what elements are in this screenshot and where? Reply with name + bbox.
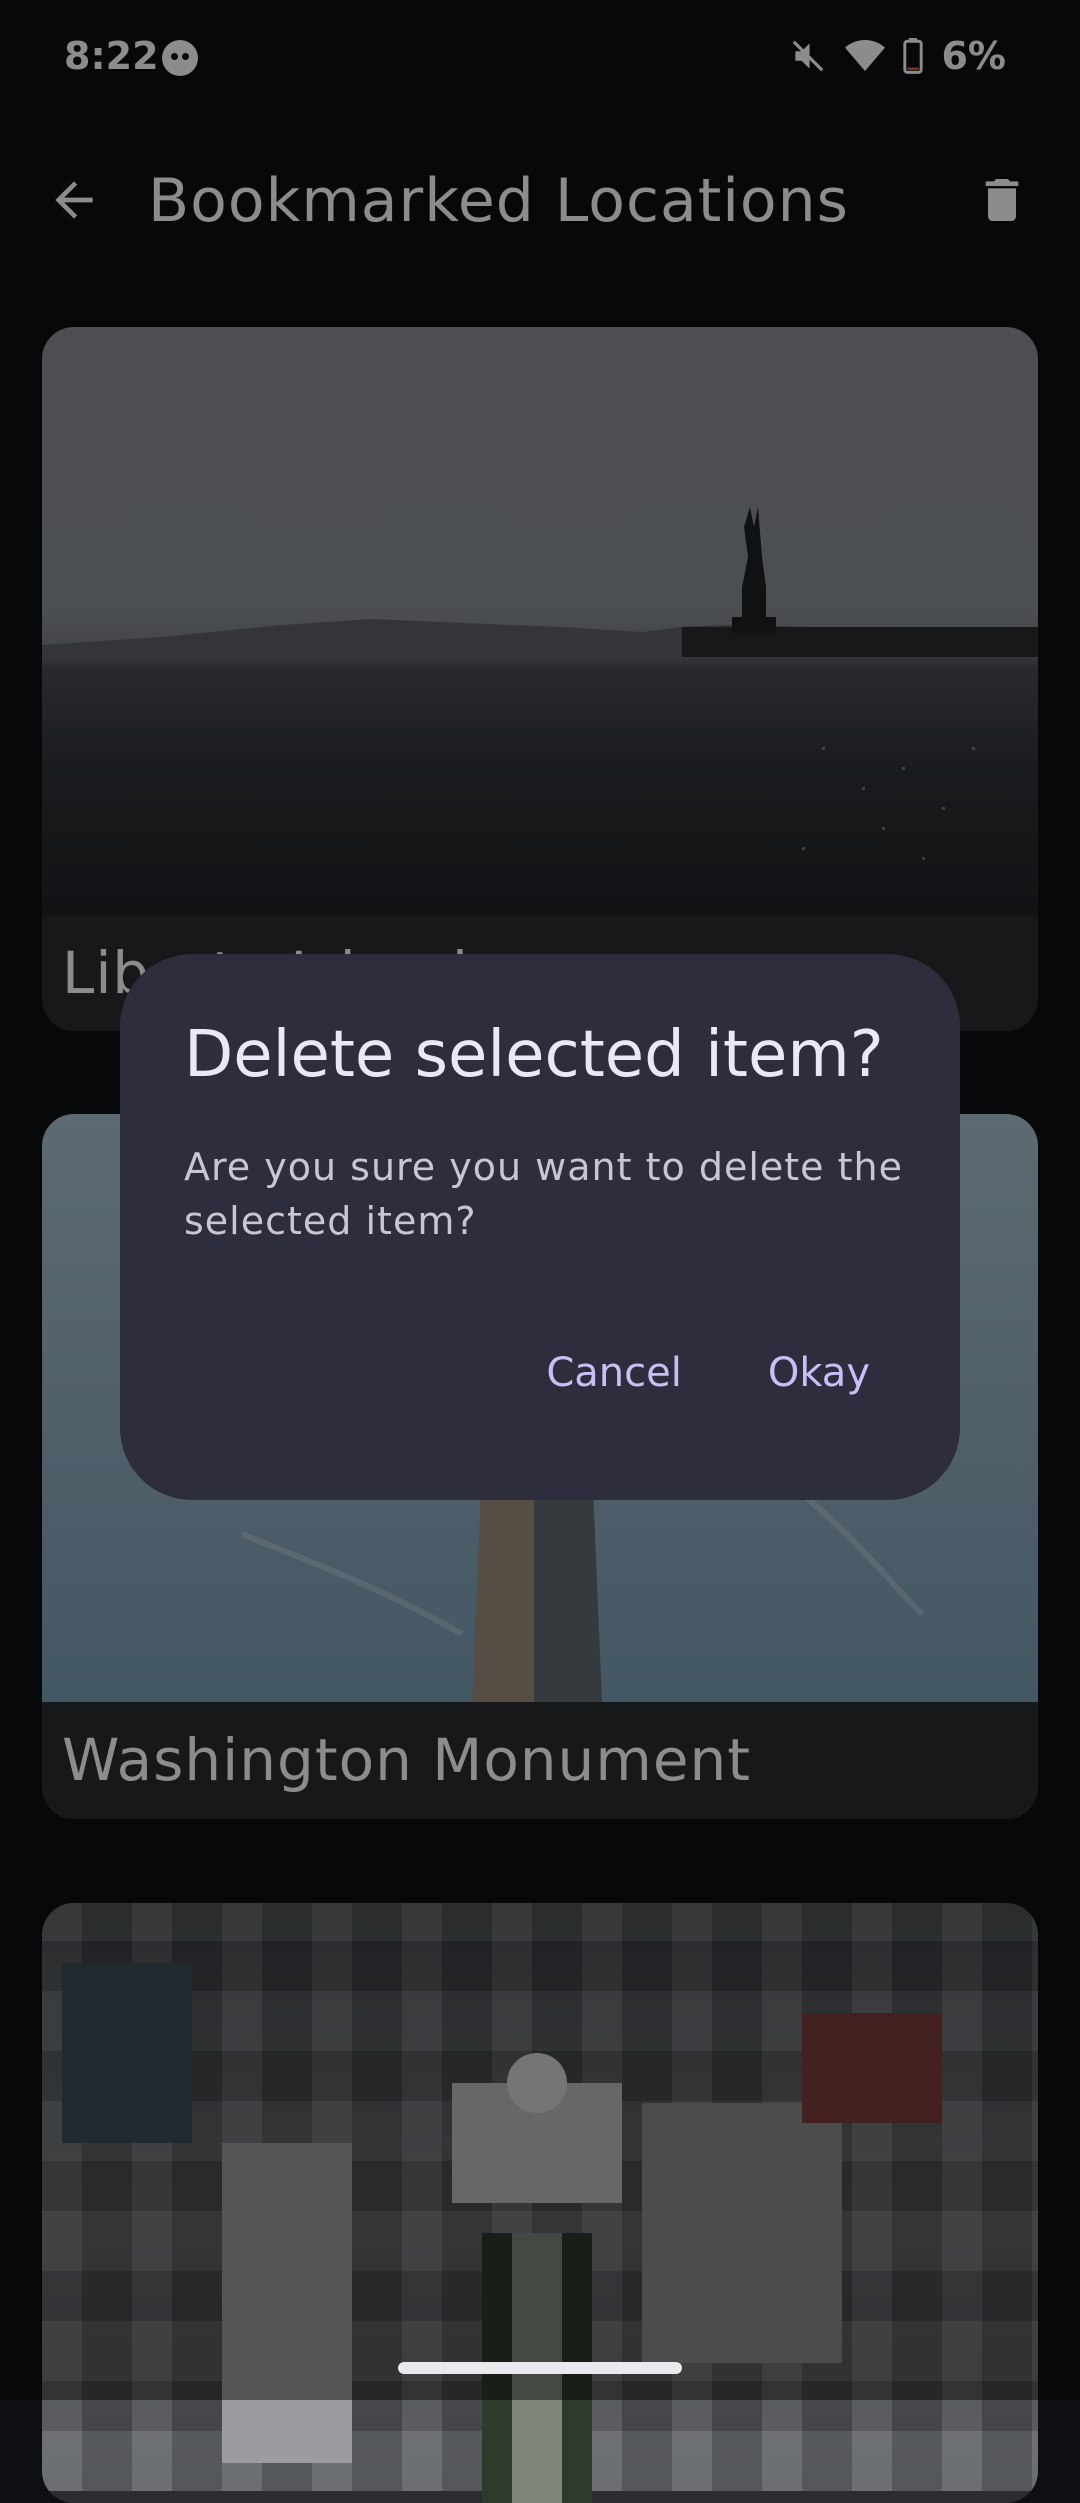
dialog-actions: Cancel Okay (546, 1350, 870, 1396)
delete-confirmation-dialog: Delete selected item? Are you sure you w… (120, 954, 960, 1500)
okay-button[interactable]: Okay (768, 1350, 870, 1396)
gesture-navigation-bar[interactable] (398, 2362, 682, 2374)
cancel-button[interactable]: Cancel (546, 1350, 682, 1396)
dialog-title: Delete selected item? (184, 1018, 884, 1092)
dialog-message: Are you sure you want to delete the sele… (184, 1145, 903, 1243)
